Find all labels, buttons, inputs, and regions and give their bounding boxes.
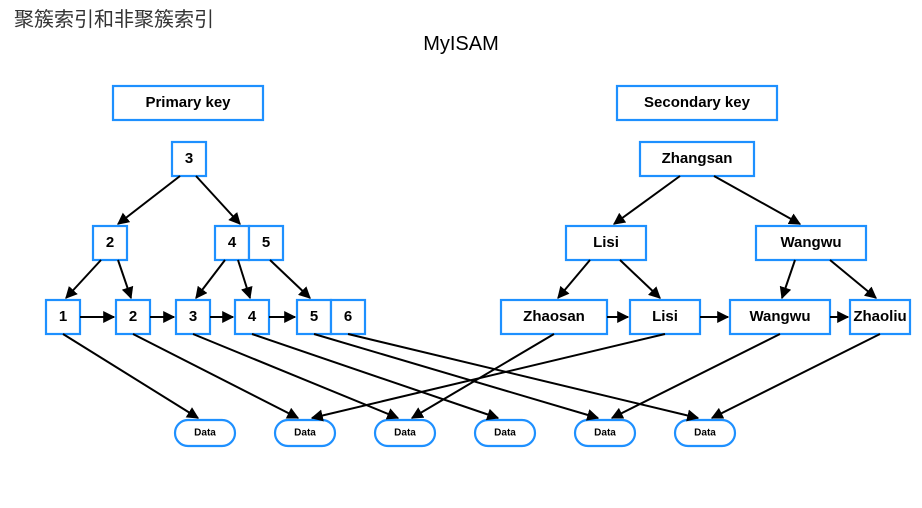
primary-l2-0: 2: [106, 234, 114, 251]
svg-text:Lisi: Lisi: [593, 234, 619, 251]
primary-l2-1: 4: [228, 234, 237, 251]
secondary-tree: Secondary key Zhangsan Lisi Wangwu Zhaos…: [501, 86, 910, 334]
svg-text:3: 3: [189, 308, 197, 325]
svg-text:Data: Data: [694, 428, 716, 439]
svg-text:Zhaosan: Zhaosan: [523, 308, 585, 325]
secondary-header: Secondary key: [644, 94, 751, 111]
primary-tree: Primary key 3 2 4 5 1 2 3 4 5 6: [46, 86, 365, 334]
secondary-root: Zhangsan: [662, 150, 733, 167]
myisam-index-diagram: 聚簇索引和非聚簇索引 MyISAM Primary key 3 2 4 5 1 …: [0, 0, 922, 508]
svg-text:Data: Data: [594, 428, 616, 439]
data-row: Data Data Data Data Data Data: [175, 420, 735, 446]
corner-title: 聚簇索引和非聚簇索引: [14, 8, 214, 31]
primary-root: 3: [185, 150, 193, 167]
svg-text:5: 5: [310, 308, 318, 325]
svg-text:Data: Data: [194, 428, 216, 439]
primary-header: Primary key: [145, 94, 231, 111]
diagram-title: MyISAM: [423, 33, 499, 55]
svg-text:Data: Data: [394, 428, 416, 439]
svg-text:Data: Data: [294, 428, 316, 439]
svg-text:Zhaoliu: Zhaoliu: [853, 308, 906, 325]
svg-text:Lisi: Lisi: [652, 308, 678, 325]
svg-text:Wangwu: Wangwu: [749, 308, 810, 325]
svg-text:6: 6: [344, 308, 352, 325]
svg-text:4: 4: [248, 308, 257, 325]
svg-text:Wangwu: Wangwu: [780, 234, 841, 251]
svg-text:1: 1: [59, 308, 67, 325]
primary-l2-2: 5: [262, 234, 270, 251]
svg-text:2: 2: [129, 308, 137, 325]
svg-text:Data: Data: [494, 428, 516, 439]
